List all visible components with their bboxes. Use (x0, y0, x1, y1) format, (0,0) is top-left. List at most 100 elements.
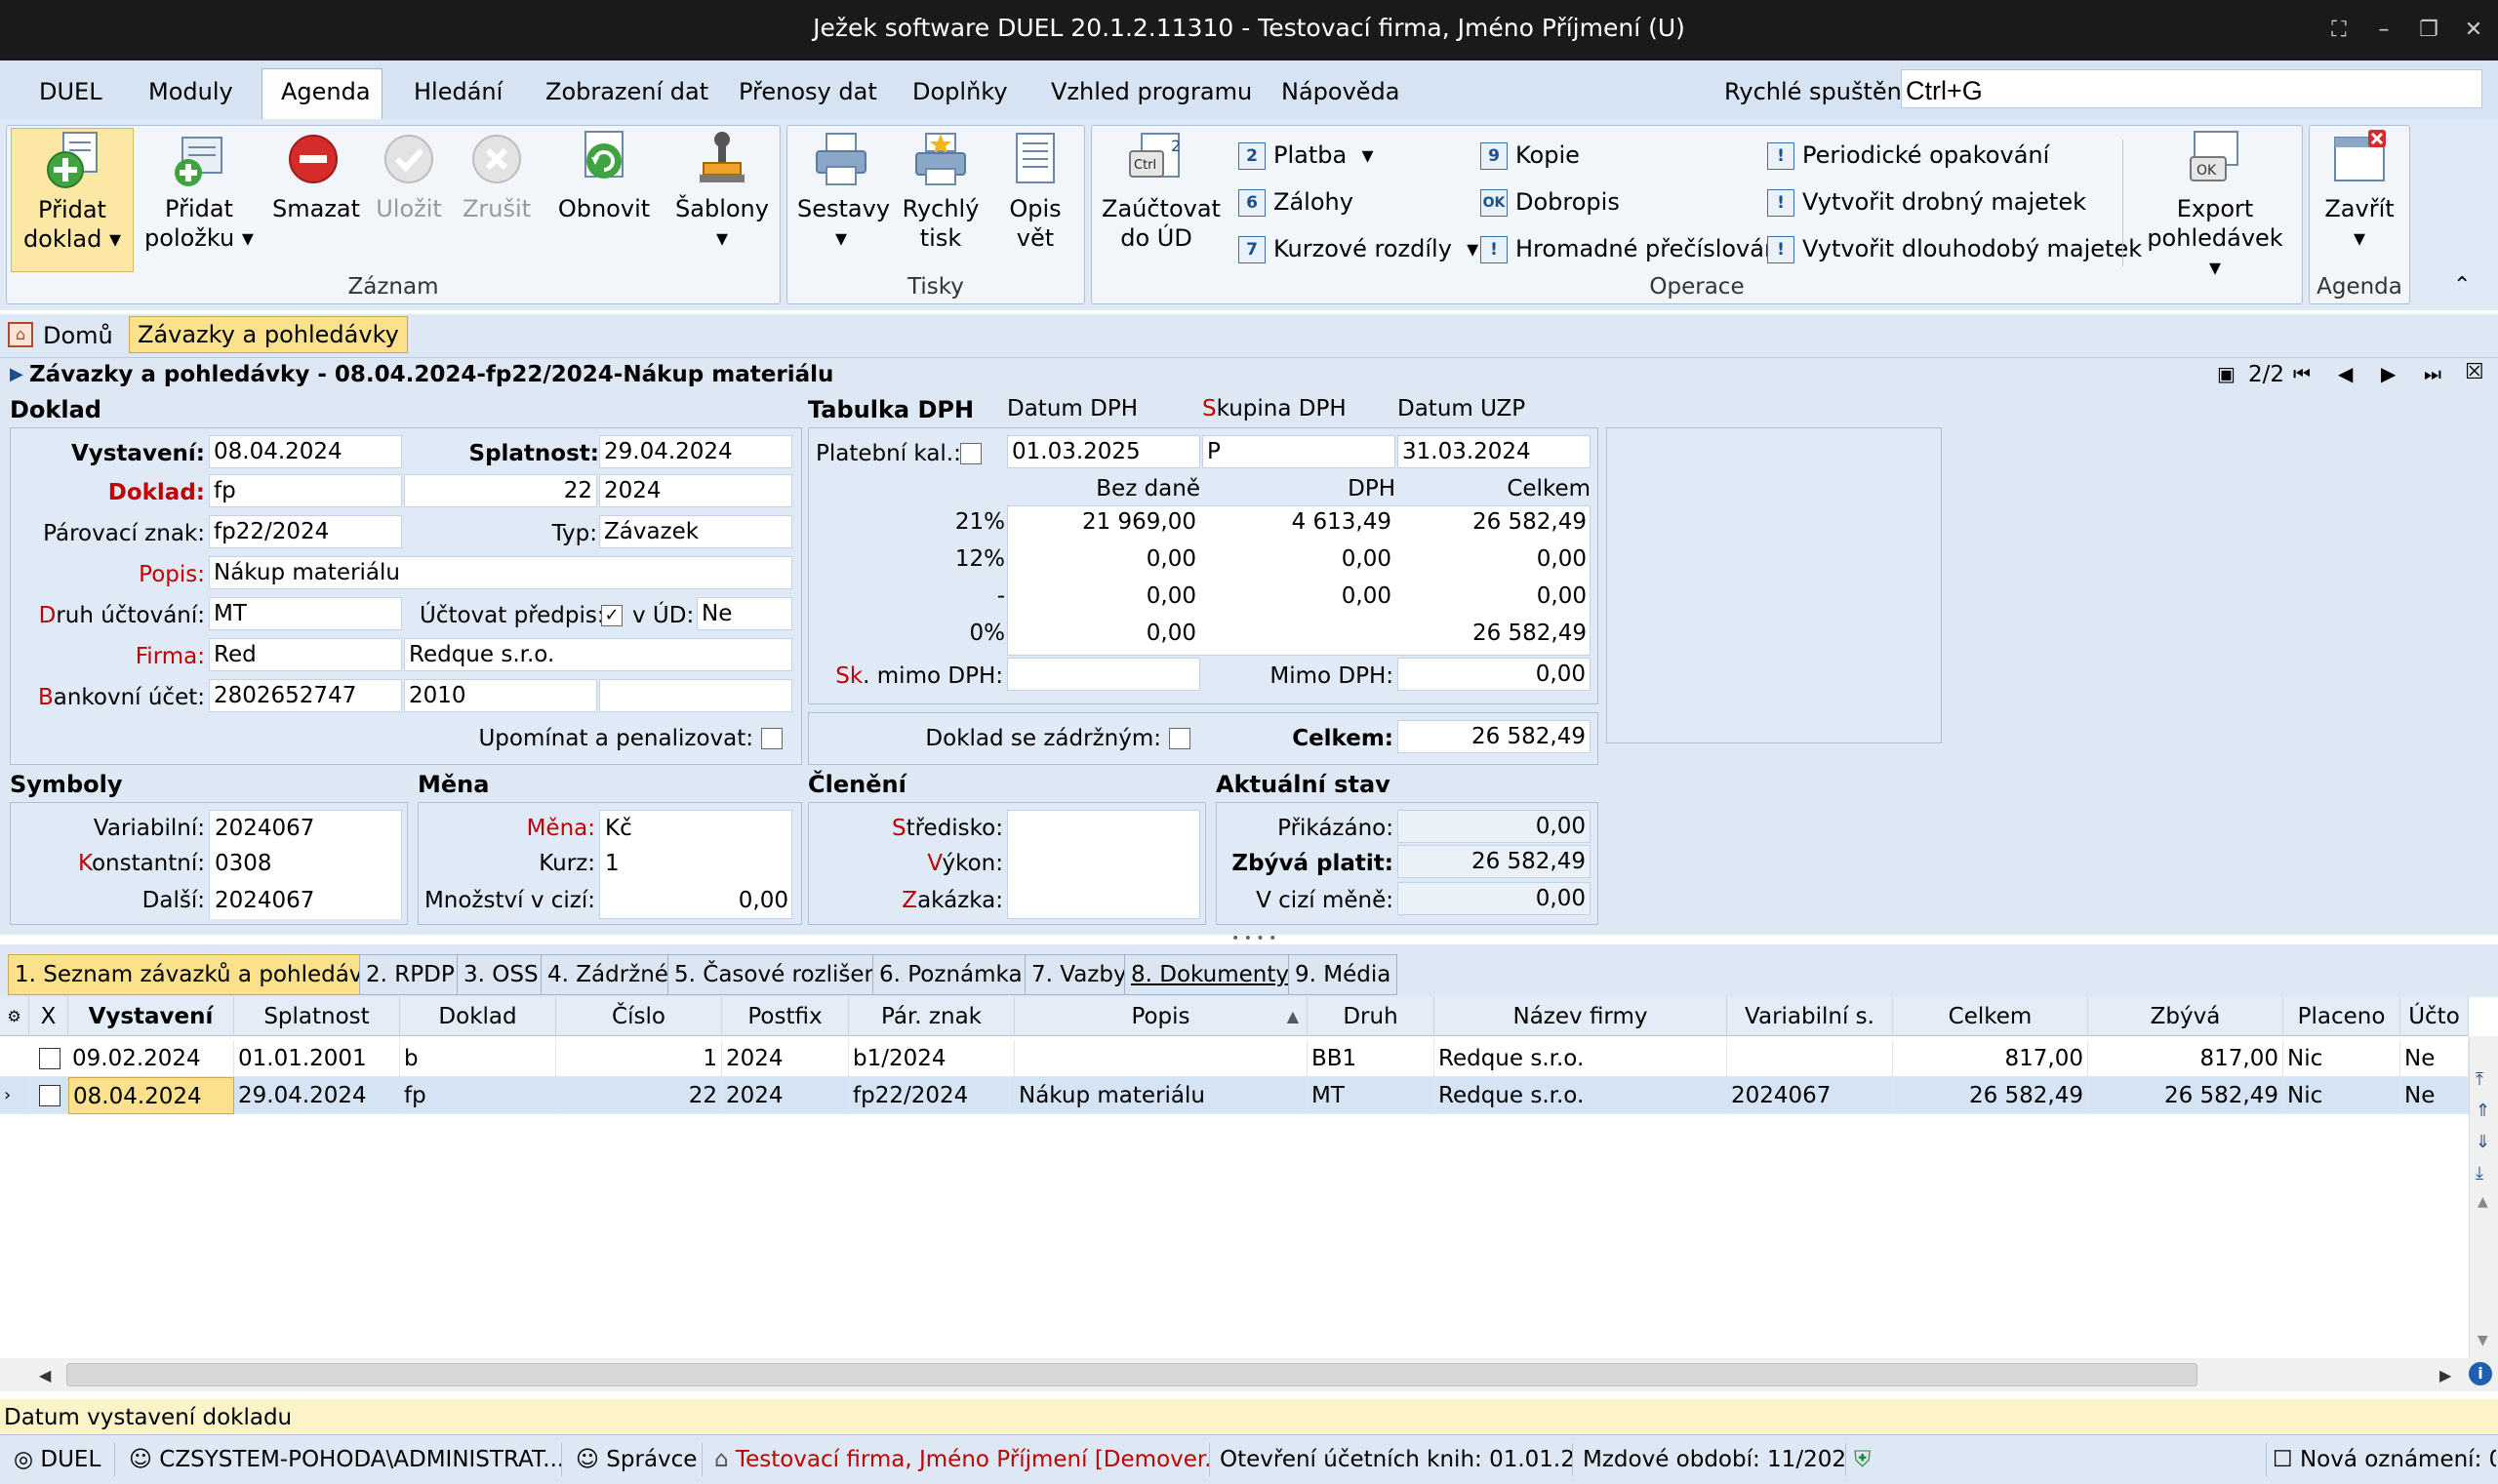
bank-field[interactable]: 2802652747 (209, 679, 402, 712)
status-notifications[interactable]: ☐ Nová oznámení: 0 (2266, 1443, 2496, 1476)
save-button[interactable]: Uložit (370, 128, 448, 223)
menu-tab-doplnky[interactable]: Doplňky (912, 78, 1008, 105)
menu-tab-hledani[interactable]: Hledání (414, 78, 503, 105)
tab-media[interactable]: 9. Média (1288, 954, 1398, 995)
scroll-top-icon[interactable]: ⤒ (2476, 1069, 2483, 1090)
menu-tab-vzhled[interactable]: Vzhled programu (1051, 78, 1252, 105)
grid-settings-icon[interactable]: ⚙ (0, 997, 29, 1036)
col-celkem[interactable]: Celkem (1893, 997, 2088, 1036)
shield-icon[interactable]: ⛨ (1854, 1443, 1893, 1476)
tab-seznam[interactable]: 1. Seznam závazků a pohledávek (8, 954, 396, 995)
scroll-down-icon[interactable]: ▼ (2478, 1333, 2488, 1348)
mimo-field[interactable]: 0,00 (1397, 658, 1591, 691)
bank-code-field[interactable]: 2010 (404, 679, 597, 712)
credit-note-button[interactable]: OK Dobropis (1480, 184, 1620, 220)
vertical-scrollbar[interactable]: ⤒ ⇑ ⇓ ⤓ ▲ ▼ (2469, 1036, 2498, 1358)
tab-casove[interactable]: 5. Časové rozlišení (667, 954, 892, 995)
scroll-left-icon[interactable]: ◀ (39, 1366, 51, 1384)
small-asset-button[interactable]: ! Vytvořit drobný majetek (1767, 184, 2086, 220)
prev-record-icon[interactable]: ◀ (2338, 362, 2353, 385)
dalsi-field[interactable]: 2024067 (215, 888, 314, 913)
menu-tab-moduly[interactable]: Moduly (148, 78, 233, 105)
firma-field[interactable]: Red (209, 638, 402, 671)
col-splatnost[interactable]: Splatnost (234, 997, 400, 1036)
parovaci-field[interactable]: fp22/2024 (209, 515, 402, 548)
var-field[interactable]: 2024067 (215, 816, 314, 841)
first-record-icon[interactable]: ⏮ (2293, 362, 2311, 385)
record-nav-icon[interactable]: ▣ (2217, 362, 2236, 385)
home-icon[interactable]: ⌂ (8, 322, 33, 347)
quick-launch-input[interactable]: Ctrl+G (1901, 69, 2482, 108)
scroll-bottom-icon[interactable]: ⤓ (2476, 1163, 2483, 1183)
scroll-thumb[interactable] (66, 1363, 2197, 1386)
row-checkbox[interactable] (39, 1048, 60, 1069)
add-item-button[interactable]: Přidat položku ▾ (141, 128, 257, 253)
delete-button[interactable]: Smazat (272, 128, 360, 223)
export-receivables-button[interactable]: OK Export pohledávek ▾ (2142, 128, 2288, 282)
tab-dokumenty[interactable]: 8. Dokumenty (1124, 954, 1296, 995)
col-zbyva[interactable]: Zbývá (2088, 997, 2283, 1036)
splatnost-field[interactable]: 29.04.2024 (599, 435, 792, 468)
col-postfix[interactable]: Postfix (722, 997, 849, 1036)
cancel-button[interactable]: Zrušit (458, 128, 536, 223)
dph-bez-0[interactable]: 21 969,00 (1009, 509, 1196, 535)
payment-button[interactable]: 2 Platba ▾ (1238, 138, 1374, 173)
status-app[interactable]: ◎ DUEL (14, 1443, 115, 1476)
breadcrumb-home[interactable]: Domů (43, 322, 113, 349)
status-books[interactable]: Otevření účetních knih: 01.01.20... (1220, 1443, 1573, 1476)
table-row[interactable]: › 08.04.2024 29.04.2024 fp 22 2024 fp22/… (0, 1077, 2469, 1114)
col-variabilni[interactable]: Variabilní s. (1727, 997, 1893, 1036)
dph-bez-3[interactable]: 0,00 (1009, 621, 1196, 646)
menu-tab-napoveda[interactable]: Nápověda (1281, 78, 1400, 105)
datum-dph-field[interactable]: 01.03.2025 (1007, 435, 1200, 468)
bank-extra-field[interactable] (599, 679, 792, 712)
col-vystaveni[interactable]: Vystavení (68, 997, 234, 1036)
col-x[interactable]: X (29, 997, 68, 1036)
konst-field[interactable]: 0308 (215, 851, 272, 876)
copy-button[interactable]: 9 Kopie (1480, 138, 1580, 173)
close-icon[interactable]: ✕ (2459, 16, 2488, 45)
expand-arrow-icon[interactable]: ▶ (10, 364, 23, 384)
menu-tab-agenda[interactable]: Agenda (281, 78, 371, 105)
tab-vazby[interactable]: 7. Vazby (1025, 954, 1134, 995)
col-par-znak[interactable]: Pár. znak (849, 997, 1015, 1036)
vud-field[interactable]: Ne (697, 597, 792, 630)
add-document-button[interactable]: Přidat doklad ▾ (11, 128, 134, 272)
firma-name-field[interactable]: Redque s.r.o. (404, 638, 792, 671)
status-firm[interactable]: ⌂ Testovací firma, Jméno Příjmení [Demov… (714, 1443, 1210, 1476)
tab-rpdp[interactable]: 2. RPDP (359, 954, 462, 995)
col-placeno[interactable]: Placeno (2283, 997, 2400, 1036)
post-to-ledger-button[interactable]: 2 Ctrl Zaúčtovat do ÚD (1102, 128, 1221, 253)
tab-zadrzne[interactable]: 4. Zádržné (541, 954, 675, 995)
status-server[interactable]: ☺ CZSYSTEM-POHODA\ADMINISTRAT... (129, 1443, 562, 1476)
menu-tab-prenosy[interactable]: Přenosy dat (739, 78, 877, 105)
upominat-checkbox[interactable] (761, 728, 783, 749)
skupina-dph-field[interactable]: P (1202, 435, 1395, 468)
menu-tab-zobrazeni[interactable]: Zobrazení dat (545, 78, 708, 105)
mena-field[interactable]: Kč (605, 816, 632, 841)
fullscreen-icon[interactable]: ⛶ (2324, 16, 2354, 45)
mnozstvi-field[interactable]: 0,00 (605, 888, 788, 913)
platebni-checkbox[interactable] (960, 443, 982, 464)
uctovat-checkbox[interactable]: ✓ (601, 605, 623, 626)
zadrznym-checkbox[interactable] (1169, 728, 1190, 749)
menu-tab-duel[interactable]: DUEL (39, 78, 102, 105)
reports-button[interactable]: Sestavy ▾ (797, 128, 890, 253)
col-firma[interactable]: Název firmy (1434, 997, 1727, 1036)
doklad-field[interactable]: fp (209, 474, 402, 507)
tab-oss[interactable]: 3. OSS (457, 954, 545, 995)
scroll-page-up-icon[interactable]: ⇑ (2476, 1101, 2490, 1121)
refresh-button[interactable]: Obnovit (555, 128, 653, 223)
breadcrumb-current[interactable]: Závazky a pohledávky (129, 316, 408, 353)
next-record-icon[interactable]: ▶ (2381, 362, 2396, 385)
templates-button[interactable]: Šablony ▾ (674, 128, 770, 253)
popis-field[interactable]: Nákup materiálu (209, 556, 792, 589)
kurz-field[interactable]: 1 (605, 851, 620, 876)
col-ucto[interactable]: Účto (2400, 997, 2469, 1036)
copy-sentences-button[interactable]: Opis vět (994, 128, 1076, 253)
sk-mimo-field[interactable] (1007, 658, 1200, 691)
col-popis[interactable]: Popis ▲ (1015, 997, 1308, 1036)
close-agenda-button[interactable]: Zavřít ▾ (2317, 128, 2401, 253)
col-druh[interactable]: Druh (1308, 997, 1434, 1036)
advances-button[interactable]: 6 Zálohy (1238, 184, 1353, 220)
